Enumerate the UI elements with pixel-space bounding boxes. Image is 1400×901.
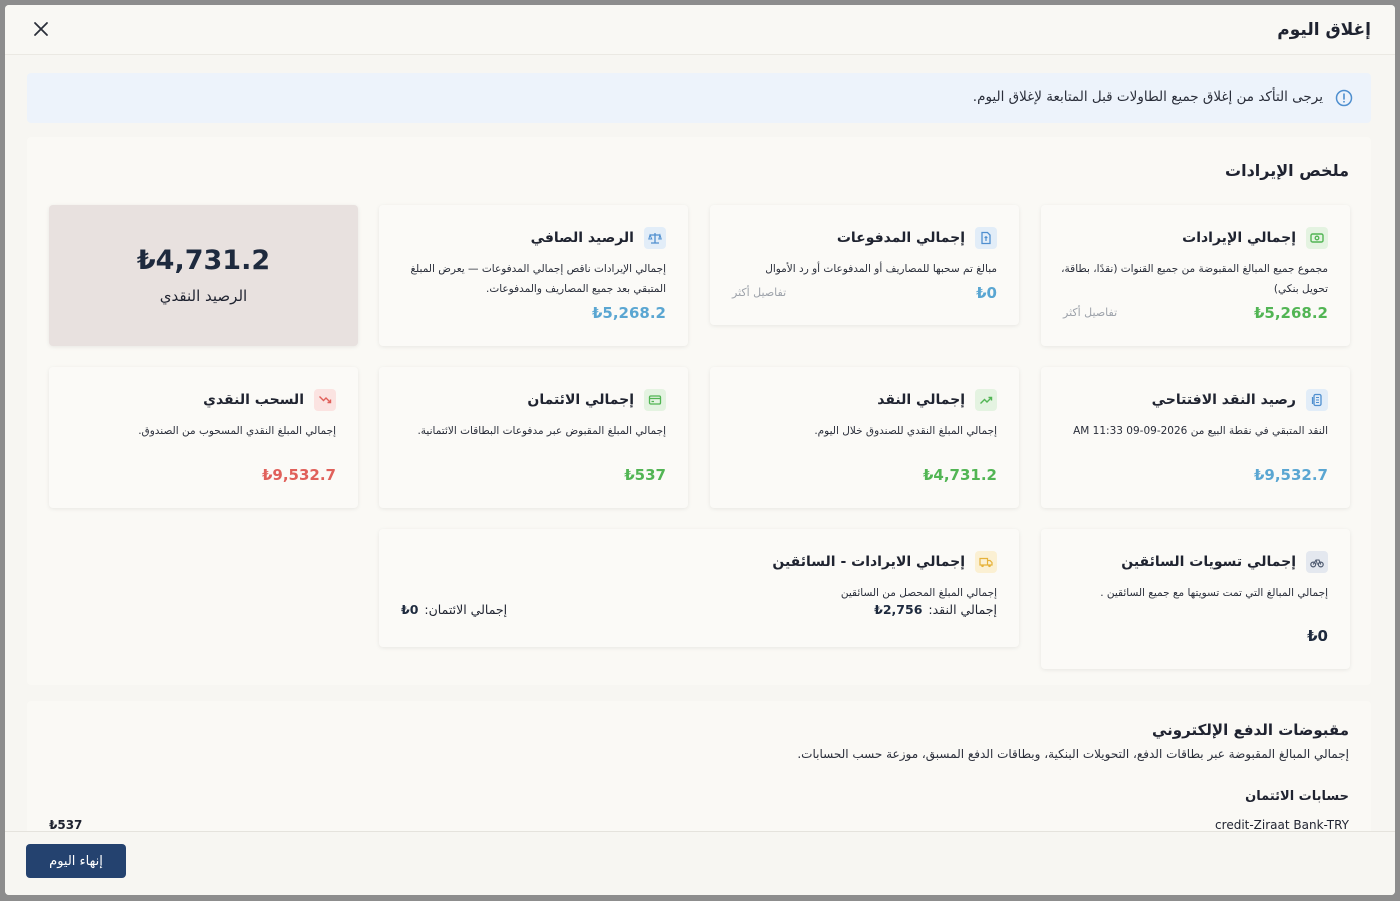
revenue-summary-section: ملخص الإيرادات إجمالي الإيرادات مجموع جم… (27, 137, 1371, 685)
credit-account-amount: ₺537 (49, 818, 83, 832)
trend-up-icon (975, 389, 997, 411)
card-value: ₺0 (976, 284, 997, 302)
coins-icon (1306, 389, 1328, 411)
card-description: إجمالي المبلغ النقدي المسحوب من الصندوق. (138, 425, 336, 437)
card-description: إجمالي الإيرادات ناقص إجمالي المدفوعات —… (410, 263, 666, 295)
card-value: ₺537 (624, 466, 666, 484)
bicycle-icon (1306, 551, 1328, 573)
card-total-credit: إجمالي الائتمان إجمالي المبلغ المقبوض عب… (379, 367, 688, 508)
epay-description: إجمالي المبالغ المقبوضة عبر بطاقات الدفع… (797, 747, 1349, 761)
card-net-balance: الرصيد الصافي إجمالي الإيرادات ناقص إجما… (379, 205, 688, 346)
driver-credit-label: إجمالي الائتمان: (424, 602, 508, 617)
card-title: إجمالي الايرادات - السائقين (772, 554, 965, 570)
card-value: ₺9,532.7 (1253, 466, 1328, 484)
scale-icon (644, 227, 666, 249)
trend-down-icon (314, 389, 336, 411)
alert-text: يرجى التأكد من إغلاق جميع الطاولات قبل ا… (972, 89, 1323, 105)
modal-footer: إنهاء اليوم (5, 831, 1395, 895)
card-title: رصيد النقد الافتتاحي (1151, 392, 1296, 408)
card-title: إجمالي تسويات السائقين (1121, 554, 1296, 570)
card-title: الرصيد الصافي (530, 230, 634, 246)
document-icon (975, 227, 997, 249)
end-day-button[interactable]: إنهاء اليوم (26, 844, 126, 878)
card-title: إجمالي النقد (877, 392, 965, 408)
card-value: ₺9,532.7 (261, 466, 336, 484)
driver-credit-total: إجمالي الائتمان: ₺0 (401, 602, 507, 617)
card-value: ₺0 (1307, 627, 1328, 645)
details-link[interactable]: تفاصيل أكثر (1063, 306, 1117, 319)
modal-title: إغلاق اليوم (1277, 20, 1371, 40)
epay-title: مقبوضات الدفع الإلكتروني (1151, 721, 1349, 739)
close-button[interactable] (31, 19, 51, 39)
close-day-modal: إغلاق اليوم يرجى التأكد من إغلاق جميع ال… (5, 5, 1395, 895)
card-title: السحب النقدي (203, 392, 304, 408)
card-title: إجمالي الإيرادات (1182, 230, 1296, 246)
card-description: مجموع جميع المبالغ المقبوضة من جميع القن… (1061, 263, 1328, 295)
info-alert: يرجى التأكد من إغلاق جميع الطاولات قبل ا… (27, 73, 1371, 123)
card-title: إجمالي الائتمان (527, 392, 634, 408)
card-description: إجمالي المبالغ التي تمت تسويتها مع جميع … (1100, 587, 1328, 599)
card-title: إجمالي المدفوعات (836, 230, 965, 246)
card-description: إجمالي المبلغ المحصل من السائقين (840, 587, 997, 599)
details-link[interactable]: تفاصيل أكثر (732, 286, 786, 299)
cash-balance-value: ₺4,731.2 (136, 245, 271, 276)
card-driver-revenue: إجمالي الايرادات - السائقين إجمالي المبل… (379, 529, 1019, 647)
close-icon (34, 22, 48, 36)
card-description: النقد المتبقي في نقطة البيع من 2026-09-0… (1073, 425, 1328, 437)
card-total-cash: إجمالي النقد إجمالي المبلغ النقدي للصندو… (710, 367, 1019, 508)
card-description: مبالغ تم سحبها للمصاريف أو المدفوعات أو … (765, 263, 997, 275)
modal-header: إغلاق اليوم (5, 5, 1395, 55)
info-circle-icon (1335, 89, 1353, 107)
section-title: ملخص الإيرادات (1225, 161, 1349, 180)
card-driver-settlements: إجمالي تسويات السائقين إجمالي المبالغ ال… (1041, 529, 1350, 669)
truck-icon (975, 551, 997, 573)
card-value: ₺5,268.2 (591, 304, 666, 322)
card-description: إجمالي المبلغ النقدي للصندوق خلال اليوم. (814, 425, 997, 437)
money-icon (1306, 227, 1328, 249)
card-description: إجمالي المبلغ المقبوض عبر مدفوعات البطاق… (417, 425, 666, 437)
card-total-payments: إجمالي المدفوعات مبالغ تم سحبها للمصاريف… (710, 205, 1019, 325)
card-cash-withdrawal: السحب النقدي إجمالي المبلغ النقدي المسحو… (49, 367, 358, 508)
credit-account-name: credit-Ziraat Bank-TRY (1215, 818, 1349, 832)
driver-cash-label: إجمالي النقد: (928, 602, 997, 617)
cash-balance-label: الرصيد النقدي (159, 287, 248, 305)
driver-cash-value: ₺2,756 (874, 602, 923, 617)
driver-cash-total: إجمالي النقد: ₺2,756 (874, 602, 997, 617)
credit-accounts-title: حسابات الائتمان (1245, 789, 1349, 804)
driver-credit-value: ₺0 (401, 602, 419, 617)
card-opening-cash: رصيد النقد الافتتاحي النقد المتبقي في نق… (1041, 367, 1350, 508)
card-value: ₺4,731.2 (922, 466, 997, 484)
credit-card-icon (644, 389, 666, 411)
card-total-revenue: إجمالي الإيرادات مجموع جميع المبالغ المق… (1041, 205, 1350, 346)
cash-balance-card: ₺4,731.2 الرصيد النقدي (49, 205, 358, 346)
card-value: ₺5,268.2 (1253, 304, 1328, 322)
